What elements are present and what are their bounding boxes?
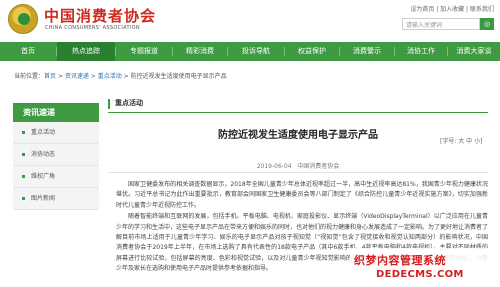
breadcrumb-prefix: 当前位置： [14, 73, 45, 80]
section-header-accent [108, 99, 110, 109]
breadcrumb-current: 防控近视发生适度使用电子显示产品 [130, 73, 227, 80]
sidebar-title: 资讯速递 [13, 103, 99, 122]
sidebar-item-rights-protection[interactable]: 维权广角 [13, 166, 99, 188]
sidebar-item-photo-news[interactable]: 图片新闻 [13, 188, 99, 210]
cca-logo-emblem[interactable] [8, 4, 38, 34]
watermark-text: 织梦内容管理系统 [354, 254, 446, 267]
search-button[interactable]: ◎ [480, 18, 494, 30]
watermark-url: DEDECMS.COM [376, 269, 464, 280]
main-nav: 首页 热点追踪 专题报道 精彩消费 投诉导航 权益保护 消费警示 消协工作 消费… [0, 42, 500, 61]
nav-item-rights[interactable]: 权益保护 [285, 42, 339, 61]
nav-item-consumption[interactable]: 精彩消费 [173, 42, 227, 61]
section-header: 重点活动 [108, 97, 488, 113]
site-logo-title[interactable]: 中国消费者协会 [44, 5, 156, 26]
nav-item-association-work[interactable]: 消协工作 [395, 42, 447, 61]
article-divider [108, 172, 488, 173]
watermark: 织梦内容管理系统 DEDECMS.COM [350, 248, 498, 286]
site-header: 中国消费者协会 CHINA CONSUMERS' ASSOCIATION 设为首… [0, 0, 500, 40]
sidebar-item-key-activities[interactable]: 重点活动 [13, 122, 99, 144]
top-links[interactable]: 设为首页 | 加入收藏 | 联系我们 [410, 4, 494, 13]
breadcrumb: 当前位置：首页 > 资讯速递 > 重点活动 > 防控近视发生适度使用电子显示产品 [14, 73, 227, 80]
nav-item-complaints[interactable]: 投诉导航 [228, 42, 284, 61]
article-source: 中国消费者协会 [297, 163, 340, 170]
sidebar-item-association-news[interactable]: 消协动态 [13, 144, 99, 166]
search-input[interactable]: 请输入关键词 [402, 18, 480, 30]
nav-item-topics[interactable]: 专题报道 [116, 42, 172, 61]
nav-item-home[interactable]: 首页 [0, 42, 56, 61]
sidebar: 资讯速递 重点活动 消协动态 维权广角 图片新闻 [13, 103, 99, 210]
nav-item-news[interactable]: 热点追踪 [57, 42, 115, 61]
article-paragraph: 国家卫健委发布的相关调查数据显示，2018年全国儿童青少年总体近视率超过一半，高… [116, 181, 488, 209]
breadcrumb-home[interactable]: 首页 [44, 73, 56, 80]
font-size-control[interactable]: [字号: 大 中 小] [440, 136, 482, 145]
nav-item-forum[interactable]: 消费大家谈 [448, 42, 500, 61]
article-date: 2019-06-04 [256, 163, 292, 170]
breadcrumb-subsection[interactable]: 重点活动 [98, 73, 122, 80]
section-label: 重点活动 [115, 99, 143, 107]
article-meta: 2019-06-04 中国消费者协会 [108, 161, 488, 170]
article-title: 防控近视发生适度使用电子显示产品 [218, 130, 378, 141]
breadcrumb-section[interactable]: 资讯速递 [65, 73, 89, 80]
site-logo-subtitle: CHINA CONSUMERS' ASSOCIATION [45, 25, 140, 31]
nav-item-warnings[interactable]: 消费警示 [340, 42, 394, 61]
